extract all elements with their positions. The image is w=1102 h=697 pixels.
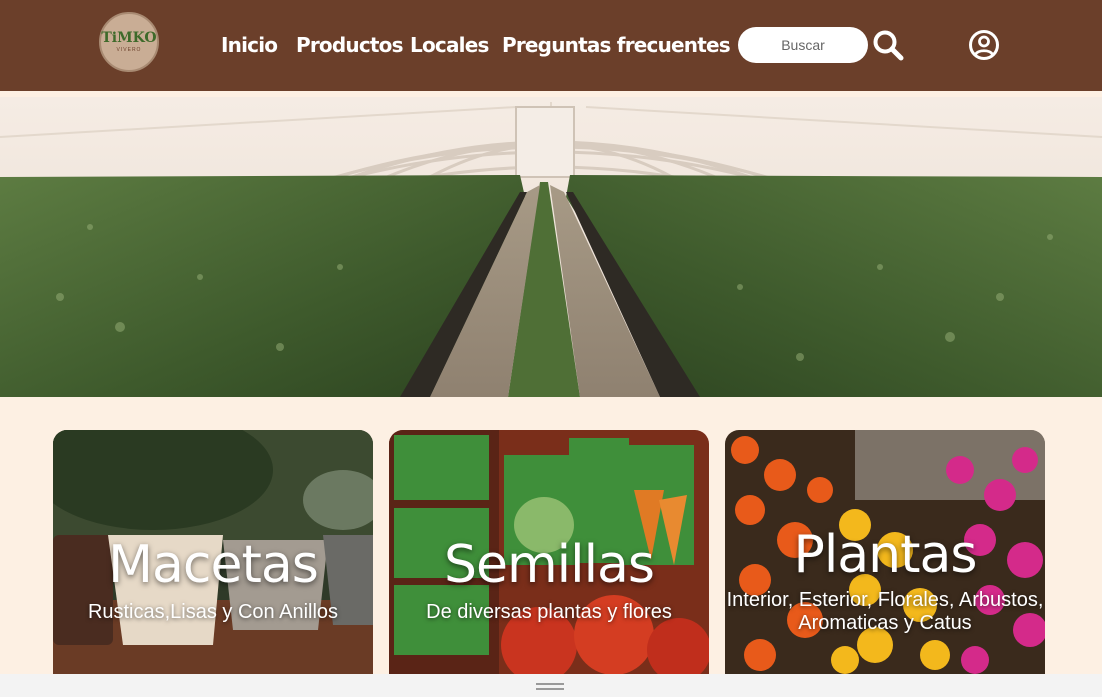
nav-preguntas-frecuentes[interactable]: Preguntas frecuentes: [502, 30, 731, 60]
hero-greenhouse-image: [0, 97, 1102, 397]
logo-text: TiMKO: [101, 30, 157, 46]
search-icon[interactable]: [871, 27, 905, 63]
category-card-plantas[interactable]: Plantas Interior, Esterior, Florales, Ar…: [725, 430, 1045, 674]
card-title: Semillas: [444, 535, 655, 595]
site-header: TiMKO VIVERO Inicio Productos Locales Pr…: [0, 0, 1102, 91]
card-subtitle: De diversas plantas y flores: [426, 601, 672, 623]
card-subtitle: Rusticas,Lisas y Con Anillos: [87, 601, 339, 623]
nav-inicio[interactable]: Inicio: [221, 30, 278, 60]
card-subtitle-line2: Aromaticas y Catus: [798, 612, 972, 634]
drag-handle-icon[interactable]: [536, 683, 564, 690]
logo-subtext: VIVERO: [116, 47, 142, 53]
user-circle-icon[interactable]: [967, 28, 1001, 62]
card-subtitle-line1: Interior, Esterior, Florales, Arbustos,: [726, 589, 1044, 611]
search-input[interactable]: [738, 27, 868, 63]
nav-productos[interactable]: Productos: [296, 30, 403, 60]
category-card-macetas[interactable]: Macetas Rusticas,Lisas y Con Anillos: [53, 430, 373, 674]
nav-locales[interactable]: Locales: [410, 30, 489, 60]
category-card-semillas[interactable]: Semillas De diversas plantas y flores: [389, 430, 709, 674]
brand-logo[interactable]: TiMKO VIVERO: [99, 12, 159, 72]
card-title: Macetas: [108, 535, 319, 595]
bottom-bar: [0, 674, 1102, 697]
card-title: Plantas: [793, 525, 978, 585]
